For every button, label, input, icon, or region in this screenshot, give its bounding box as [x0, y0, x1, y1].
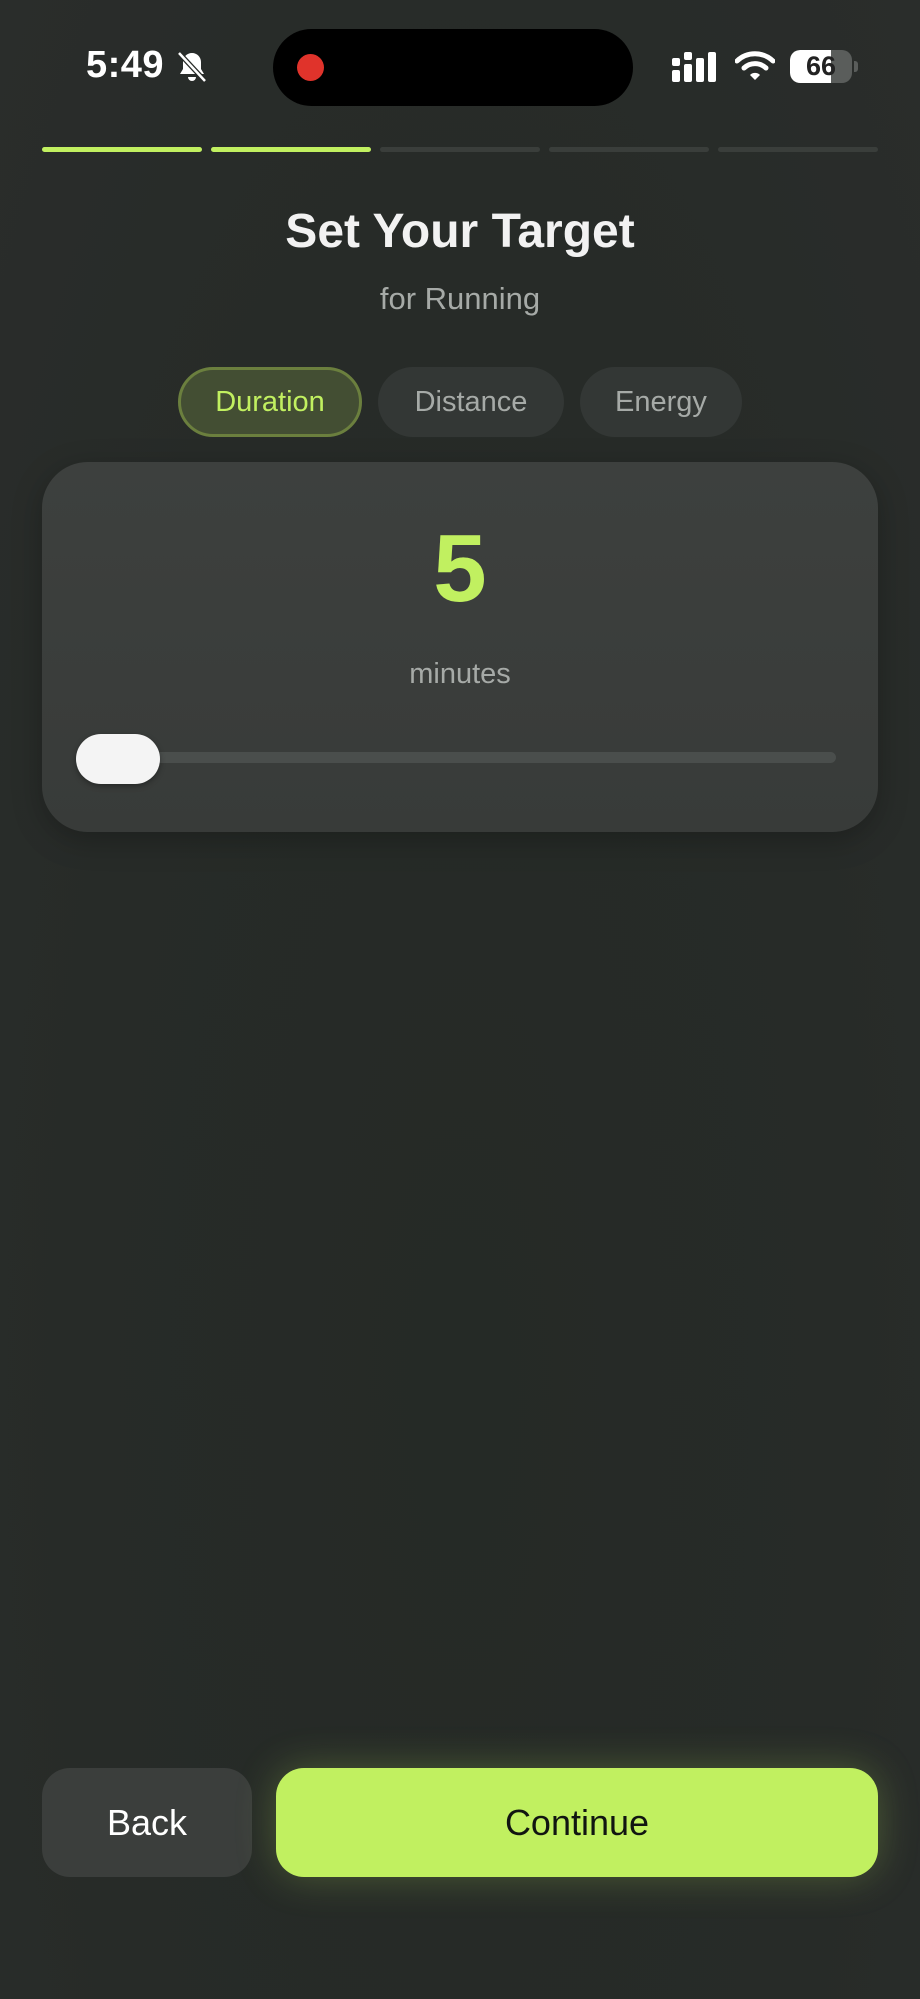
continue-button[interactable]: Continue — [276, 1768, 878, 1877]
target-slider-thumb[interactable] — [76, 734, 160, 784]
progress-step — [718, 147, 878, 152]
page-title: Set Your Target — [285, 205, 635, 258]
tab-distance[interactable]: Distance — [378, 367, 564, 437]
dynamic-island — [273, 29, 633, 106]
target-card: 5 minutes — [42, 462, 878, 832]
back-button[interactable]: Back — [42, 1768, 252, 1877]
progress-steps — [42, 147, 878, 152]
status-time: 5:49 — [86, 44, 165, 86]
target-slider-track[interactable] — [92, 752, 836, 763]
progress-step — [211, 147, 371, 152]
bell-slash-icon — [177, 51, 207, 83]
recording-indicator — [297, 54, 324, 81]
battery-tip — [854, 61, 858, 72]
page-subtitle: for Running — [379, 281, 541, 316]
battery-level: 66 — [805, 51, 837, 81]
tab-duration[interactable]: Duration — [178, 367, 362, 437]
target-unit: minutes — [409, 658, 511, 690]
battery-icon: 66 — [790, 50, 852, 83]
progress-step — [42, 147, 202, 152]
progress-step — [549, 147, 709, 152]
wifi-icon — [735, 51, 775, 80]
tab-energy[interactable]: Energy — [580, 367, 742, 437]
progress-step — [380, 147, 540, 152]
signal-icon — [672, 52, 716, 82]
target-value: 5 — [433, 515, 487, 622]
screen: 5:49 66 Set Your Target for Running Dura… — [0, 0, 920, 1999]
